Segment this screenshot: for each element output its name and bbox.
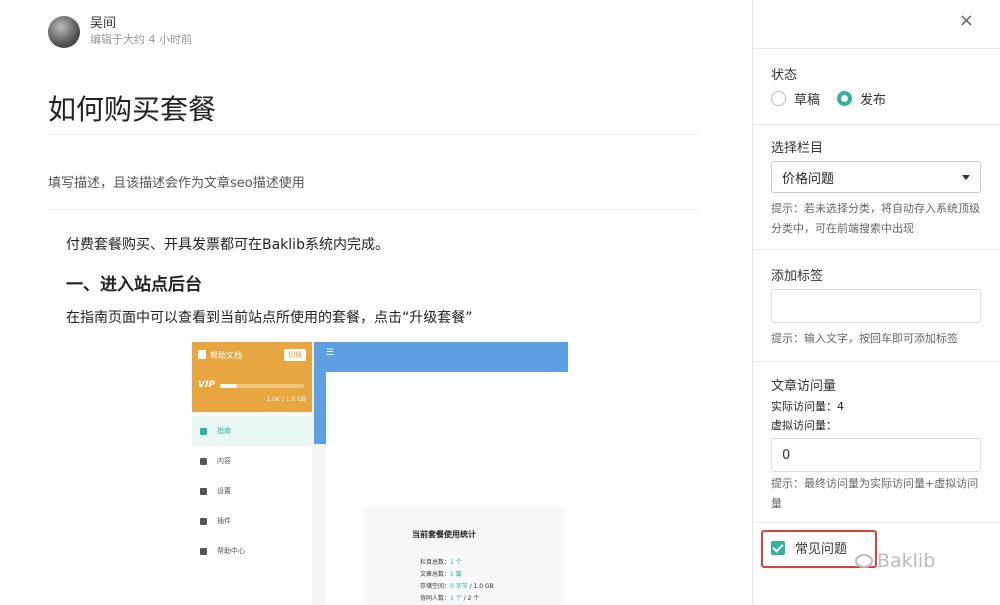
actual-views: 实际访问量：4 bbox=[771, 400, 844, 413]
screenshot-stats-title: 当前套餐使用统计 bbox=[412, 530, 476, 539]
divider bbox=[753, 522, 1000, 523]
screenshot-stat-row: 栏目总数：1 个 bbox=[420, 557, 462, 566]
screenshot-stats: 当前套餐使用统计 栏目总数：1 个 文章总数：1 篇 存储空间：0 字节 / 1… bbox=[364, 507, 564, 605]
screenshot-card-button: 切换 bbox=[284, 349, 306, 361]
screenshot-plan-card: 帮助文档 切换 VIP 1.0K / 1.0 GB bbox=[192, 342, 312, 412]
article-title[interactable]: 如何购买套餐 bbox=[48, 88, 216, 128]
views-label: 文章访问量 bbox=[771, 379, 837, 394]
body-heading[interactable]: 一、进入站点后台 bbox=[66, 270, 202, 295]
faq-label: 常见问题 bbox=[795, 542, 848, 557]
stat-value: 1 篇 bbox=[450, 571, 462, 578]
screenshot-topbar bbox=[314, 342, 568, 372]
radio-draft[interactable]: 草稿 bbox=[771, 89, 820, 108]
tags-label: 添加标签 bbox=[771, 269, 824, 284]
article-editor: 吴间 编辑于大约 4 小时前 如何购买套餐 填写描述，且该描述会作为文章seo描… bbox=[0, 0, 752, 605]
stat-label: 文章总数： bbox=[420, 571, 451, 578]
column-hint: 提示：若未选择分类，将自动存入系统顶级分类中，可在前端搜索中出现 bbox=[771, 202, 980, 235]
screenshot-stat-row: 文章总数：1 篇 bbox=[420, 569, 462, 578]
author-info: 吴间 编辑于大约 4 小时前 bbox=[48, 16, 192, 48]
close-icon[interactable]: × bbox=[959, 10, 974, 31]
radio-publish-label: 发布 bbox=[860, 93, 887, 108]
avatar[interactable] bbox=[48, 16, 80, 48]
watermark-text: Baklib bbox=[877, 550, 936, 572]
column-select[interactable]: 价格问题 bbox=[771, 161, 981, 193]
stat-label: 协同人数： bbox=[420, 595, 451, 602]
menu-icon: ☰ bbox=[326, 348, 335, 358]
stat-label: 存储空间： bbox=[420, 583, 451, 590]
author-name: 吴间 bbox=[90, 16, 117, 31]
screenshot-size: 1.0K / 1.0 GB bbox=[266, 396, 306, 403]
plugin-icon bbox=[200, 517, 207, 525]
stat-value: 1 个 bbox=[450, 595, 462, 602]
screenshot-stat-row: 存储空间：0 字节 / 1.0 GB bbox=[420, 581, 494, 590]
virtual-views-label: 虚拟访问量： bbox=[771, 419, 837, 432]
views-hint: 提示：最终访问量为实际访问量+虚拟访问量 bbox=[771, 477, 979, 510]
radio-checked-icon[interactable] bbox=[837, 91, 852, 106]
divider bbox=[753, 48, 1000, 49]
column-label: 选择栏目 bbox=[771, 141, 824, 156]
stat-value: 0 字节 bbox=[450, 583, 468, 590]
tags-input[interactable] bbox=[771, 289, 981, 323]
column-select-value: 价格问题 bbox=[782, 171, 835, 187]
stat-extra: / 2 个 bbox=[461, 595, 480, 602]
checkbox-checked-icon[interactable] bbox=[771, 540, 785, 555]
radio-unchecked-icon[interactable] bbox=[771, 91, 786, 106]
stat-value: 1 个 bbox=[450, 559, 462, 566]
screenshot-nav-item: 设置 bbox=[192, 476, 312, 506]
screenshot-card-title: 帮助文档 bbox=[210, 351, 242, 360]
screenshot-nav-label: 设置 bbox=[217, 487, 231, 495]
embedded-screenshot[interactable]: 帮助文档 切换 VIP 1.0K / 1.0 GB 指南 内容 设置 插件 帮助… bbox=[192, 342, 568, 605]
screenshot-vip: VIP bbox=[198, 380, 215, 390]
content-icon bbox=[200, 457, 207, 465]
divider bbox=[753, 124, 1000, 125]
screenshot-nav-item: 内容 bbox=[192, 446, 312, 476]
caret-down-icon[interactable] bbox=[962, 174, 970, 180]
screenshot-usage-bar bbox=[220, 384, 304, 388]
screenshot-topbar-edge bbox=[314, 372, 326, 444]
screenshot-nav-item: 插件 bbox=[192, 506, 312, 536]
help-icon bbox=[200, 547, 207, 555]
screenshot-nav-label: 插件 bbox=[217, 517, 231, 525]
body-paragraph[interactable]: 在指南页面中可以查看到当前站点所使用的套餐，点击“升级套餐” bbox=[66, 307, 473, 327]
stat-extra: / 1.0 GB bbox=[467, 583, 494, 590]
screenshot-stat-row: 协同人数：1 个 / 2 个 bbox=[420, 593, 479, 602]
settings-panel: × 状态 草稿 发布 选择栏目 价格问题 提示：若未选择分类，将自动存入系统顶级… bbox=[752, 0, 1000, 605]
screenshot-nav-item: 帮助中心 bbox=[192, 536, 312, 566]
screenshot-nav-label: 指南 bbox=[217, 427, 231, 435]
divider bbox=[753, 361, 1000, 362]
radio-draft-label: 草稿 bbox=[794, 93, 821, 108]
settings-icon bbox=[200, 487, 207, 495]
screenshot-nav-label: 内容 bbox=[217, 457, 231, 465]
divider bbox=[48, 209, 698, 210]
wechat-icon bbox=[855, 554, 873, 568]
screenshot-nav-label: 帮助中心 bbox=[217, 547, 245, 555]
edit-time: 编辑于大约 4 小时前 bbox=[90, 33, 192, 46]
watermark: Baklib bbox=[855, 550, 935, 572]
divider bbox=[48, 134, 698, 135]
logo-icon bbox=[198, 350, 206, 359]
radio-publish[interactable]: 发布 bbox=[837, 89, 886, 108]
guide-icon bbox=[200, 427, 207, 435]
tags-hint: 提示：输入文字，按回车即可添加标签 bbox=[771, 332, 958, 345]
divider bbox=[753, 249, 1000, 250]
screenshot-nav-item: 指南 bbox=[192, 416, 312, 446]
screenshot-usage-fill bbox=[220, 384, 237, 388]
screenshot-sidebar: 帮助文档 切换 VIP 1.0K / 1.0 GB 指南 内容 设置 插件 帮助… bbox=[192, 342, 312, 605]
body-paragraph[interactable]: 付费套餐购买、开具发票都可在Baklib系统内完成。 bbox=[66, 234, 389, 254]
status-label: 状态 bbox=[771, 68, 798, 83]
stat-label: 栏目总数： bbox=[420, 559, 451, 566]
article-description[interactable]: 填写描述，且该描述会作为文章seo描述使用 bbox=[48, 172, 305, 191]
virtual-views-input[interactable]: 0 bbox=[771, 438, 981, 472]
faq-checkbox[interactable]: 常见问题 bbox=[771, 538, 847, 557]
